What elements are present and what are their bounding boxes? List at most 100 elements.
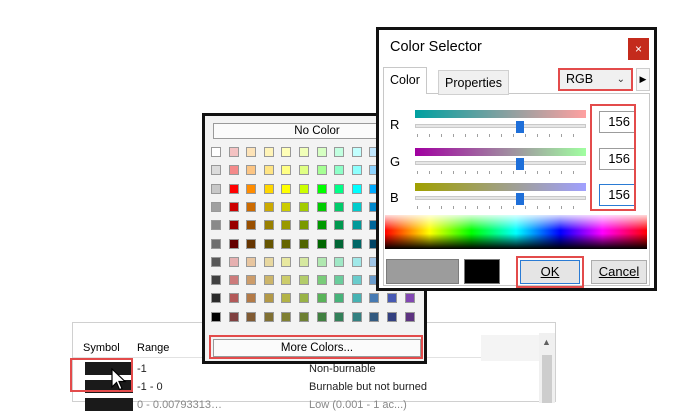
color-swatch[interactable] xyxy=(228,256,239,267)
color-swatch[interactable] xyxy=(211,201,221,212)
color-swatch[interactable] xyxy=(387,293,397,304)
color-swatch[interactable] xyxy=(263,238,274,249)
color-swatch[interactable] xyxy=(228,147,239,157)
red-slider-track[interactable] xyxy=(415,124,586,128)
color-swatch[interactable] xyxy=(263,293,274,304)
color-swatch[interactable] xyxy=(211,311,221,322)
color-swatch[interactable] xyxy=(351,147,362,157)
color-swatch[interactable] xyxy=(387,311,397,322)
color-swatch[interactable] xyxy=(228,183,239,194)
color-swatch[interactable] xyxy=(263,165,274,176)
color-swatch[interactable] xyxy=(334,256,345,267)
color-swatch[interactable] xyxy=(316,293,327,304)
color-swatch[interactable] xyxy=(351,293,362,304)
color-swatch[interactable] xyxy=(246,183,257,194)
color-swatch[interactable] xyxy=(246,311,257,322)
color-swatch[interactable] xyxy=(246,201,257,212)
color-swatch[interactable] xyxy=(316,201,327,212)
color-swatch[interactable] xyxy=(263,183,274,194)
color-swatch[interactable] xyxy=(263,311,274,322)
color-swatch[interactable] xyxy=(334,293,345,304)
color-swatch[interactable] xyxy=(246,238,257,249)
color-swatch[interactable] xyxy=(211,147,221,157)
color-swatch[interactable] xyxy=(281,311,292,322)
range-column-header[interactable]: Range xyxy=(137,342,169,354)
color-swatch[interactable] xyxy=(316,220,327,231)
blue-value-input[interactable]: 156 xyxy=(599,184,635,206)
blue-slider-thumb[interactable] xyxy=(515,193,524,205)
color-swatch[interactable] xyxy=(351,256,362,267)
color-swatch[interactable] xyxy=(211,238,221,249)
color-swatch[interactable] xyxy=(299,238,309,249)
color-swatch[interactable] xyxy=(316,238,327,249)
color-swatch[interactable] xyxy=(351,238,362,249)
color-swatch[interactable] xyxy=(316,183,327,194)
table-scrollbar[interactable]: ▲ xyxy=(539,333,555,403)
color-swatch[interactable] xyxy=(211,256,221,267)
color-swatch[interactable] xyxy=(263,147,274,157)
color-model-select[interactable]: RGB ⌄ xyxy=(558,68,633,91)
more-colors-button[interactable]: More Colors... xyxy=(213,339,421,357)
color-swatch[interactable] xyxy=(404,293,415,304)
tab-color[interactable]: Color xyxy=(383,67,427,94)
green-slider-thumb[interactable] xyxy=(515,158,524,170)
color-swatch[interactable] xyxy=(351,220,362,231)
color-swatch[interactable] xyxy=(334,147,345,157)
blue-slider-track[interactable] xyxy=(415,196,586,200)
color-swatch[interactable] xyxy=(281,238,292,249)
color-swatch[interactable] xyxy=(228,311,239,322)
color-swatch[interactable] xyxy=(299,183,309,194)
row-3-symbol-swatch[interactable] xyxy=(85,398,133,411)
ok-button[interactable]: OK xyxy=(520,260,580,284)
color-swatch[interactable] xyxy=(369,311,380,322)
color-swatch[interactable] xyxy=(246,293,257,304)
color-swatch[interactable] xyxy=(351,311,362,322)
color-swatch[interactable] xyxy=(299,220,309,231)
color-swatch[interactable] xyxy=(246,256,257,267)
color-swatch[interactable] xyxy=(228,293,239,304)
color-swatch[interactable] xyxy=(316,147,327,157)
color-swatch[interactable] xyxy=(281,275,292,286)
color-swatch[interactable] xyxy=(263,220,274,231)
color-swatch[interactable] xyxy=(246,165,257,176)
color-swatch[interactable] xyxy=(246,275,257,286)
close-button[interactable]: × xyxy=(628,38,649,60)
color-swatch[interactable] xyxy=(228,275,239,286)
color-swatch[interactable] xyxy=(299,165,309,176)
color-swatch[interactable] xyxy=(211,183,221,194)
color-swatch[interactable] xyxy=(334,165,345,176)
color-spectrum-picker[interactable] xyxy=(385,215,647,249)
color-swatch[interactable] xyxy=(211,275,221,286)
tab-properties[interactable]: Properties xyxy=(438,70,509,95)
scroll-up-icon[interactable]: ▲ xyxy=(542,337,551,347)
symbol-column-header[interactable]: Symbol xyxy=(83,342,120,354)
color-swatch[interactable] xyxy=(334,220,345,231)
color-swatch[interactable] xyxy=(228,238,239,249)
tab-scroll-right-icon[interactable]: ▶ xyxy=(636,68,650,91)
color-swatch[interactable] xyxy=(281,293,292,304)
color-swatch[interactable] xyxy=(351,201,362,212)
color-swatch[interactable] xyxy=(351,275,362,286)
scroll-thumb[interactable] xyxy=(542,355,552,403)
color-swatch[interactable] xyxy=(299,275,309,286)
color-swatch[interactable] xyxy=(281,165,292,176)
color-swatch[interactable] xyxy=(299,256,309,267)
red-slider-thumb[interactable] xyxy=(515,121,524,133)
color-swatch[interactable] xyxy=(246,147,257,157)
color-swatch[interactable] xyxy=(334,275,345,286)
color-swatch[interactable] xyxy=(299,147,309,157)
color-swatch[interactable] xyxy=(228,165,239,176)
color-swatch[interactable] xyxy=(316,256,327,267)
color-swatch[interactable] xyxy=(281,201,292,212)
color-swatch[interactable] xyxy=(263,275,274,286)
color-swatch[interactable] xyxy=(334,183,345,194)
color-swatch[interactable] xyxy=(281,147,292,157)
color-swatch[interactable] xyxy=(316,311,327,322)
color-swatch[interactable] xyxy=(211,165,221,176)
color-swatch[interactable] xyxy=(281,183,292,194)
color-swatch[interactable] xyxy=(299,293,309,304)
green-value-input[interactable]: 156 xyxy=(599,148,635,170)
color-swatch[interactable] xyxy=(351,183,362,194)
color-swatch[interactable] xyxy=(228,201,239,212)
green-slider-track[interactable] xyxy=(415,161,586,165)
